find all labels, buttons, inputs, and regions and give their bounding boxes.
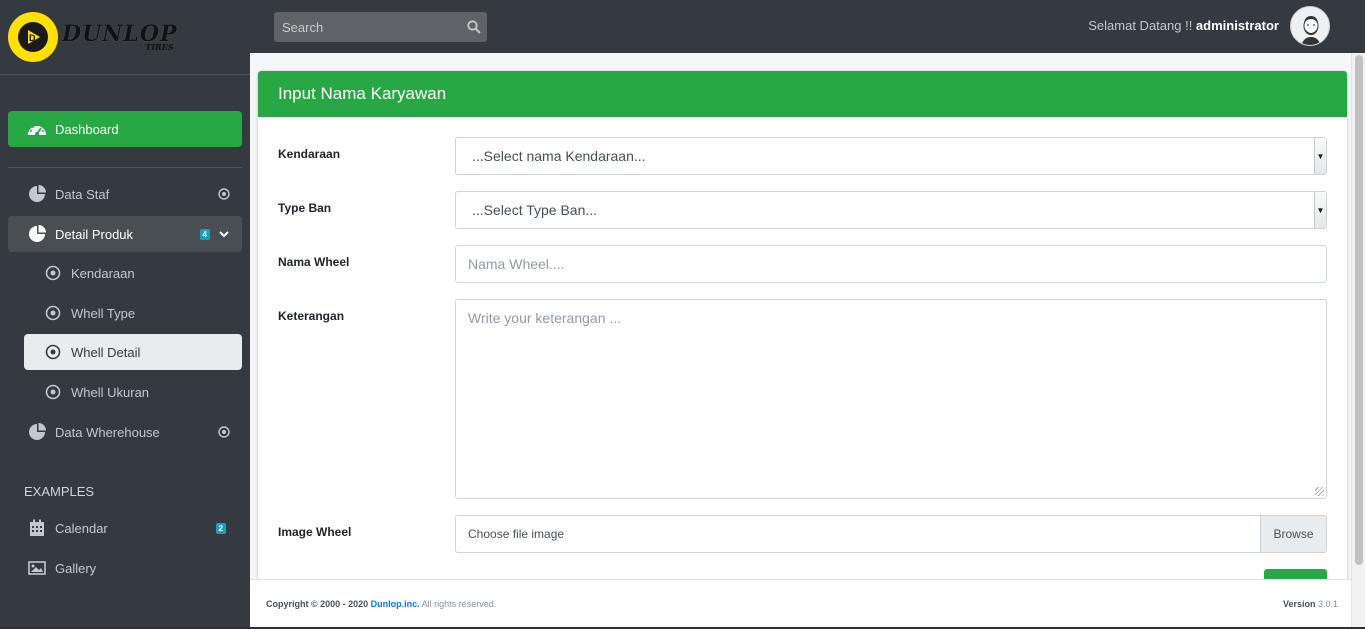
- calendar-icon: [27, 519, 47, 537]
- sidebar-divider: [8, 167, 242, 168]
- nama-wheel-input[interactable]: Nama Wheel....: [455, 245, 1327, 283]
- keterangan-placeholder: Write your keterangan ...: [468, 310, 622, 326]
- circle-dot-icon: [218, 426, 230, 438]
- circle-dot-icon: [43, 264, 63, 282]
- rights-text: All rights reserved.: [419, 599, 497, 609]
- file-input-text: Choose file image: [468, 527, 565, 541]
- sidebar-subitem-kendaraan[interactable]: Kendaraan: [24, 255, 242, 291]
- pie-chart-icon: [27, 225, 47, 243]
- dropdown-arrow-icon: ▼: [1314, 138, 1326, 174]
- sidebar-subitem-whell-ukuran[interactable]: Whell Ukuran: [24, 374, 242, 410]
- brand-logo[interactable]: D DUNLOP TIRES: [0, 0, 250, 75]
- scrollbar-thumb[interactable]: [1355, 55, 1363, 565]
- sidebar-item-dashboard[interactable]: Dashboard: [8, 111, 242, 147]
- scrollbar[interactable]: [1351, 53, 1365, 629]
- version-label: Version: [1282, 599, 1316, 609]
- kendaraan-selected-value: ...Select nama Kendaraan...: [472, 148, 646, 164]
- sidebar-item-label: Detail Produk: [55, 226, 134, 242]
- sidebar-subitem-whell-detail[interactable]: Whell Detail: [24, 334, 242, 370]
- sidebar-item-label: Dashboard: [55, 121, 119, 137]
- username: administrator: [1195, 18, 1279, 33]
- top-navbar: Search Selamat Datang !! administrator: [250, 0, 1365, 53]
- nama-wheel-placeholder: Nama Wheel....: [468, 256, 565, 272]
- image-icon: [27, 559, 47, 577]
- copyright-text: Copyright © 2000 - 2020: [266, 599, 371, 609]
- circle-dot-icon: [43, 343, 63, 361]
- keterangan-label: Keterangan: [278, 309, 345, 323]
- card-title: Input Nama Karyawan: [258, 71, 1347, 117]
- tachometer-icon: [27, 120, 47, 138]
- input-form-card: Input Nama Karyawan Kendaraan ...Select …: [258, 71, 1347, 581]
- copyright: Copyright © 2000 - 2020 Dunlop.inc. All …: [266, 599, 496, 609]
- dropdown-arrow-icon: ▼: [1314, 192, 1326, 228]
- sidebar-item-data-wherehouse[interactable]: Data Wherehouse: [8, 414, 242, 450]
- sidebar-subitem-whell-type[interactable]: Whell Type: [24, 295, 242, 331]
- svg-text:D: D: [29, 33, 36, 43]
- brand-sub: TIRES: [145, 42, 174, 52]
- welcome-message: Selamat Datang !! administrator: [1088, 18, 1279, 33]
- circle-dot-icon: [43, 383, 63, 401]
- company-link[interactable]: Dunlop.inc.: [371, 599, 420, 609]
- browse-button[interactable]: Browse: [1260, 516, 1326, 552]
- sidebar-item-detail-produk[interactable]: Detail Produk 4: [8, 216, 242, 252]
- sidebar-item-label: Whell Type: [71, 305, 136, 321]
- search-placeholder: Search: [282, 19, 324, 35]
- circle-dot-icon: [218, 188, 230, 200]
- version-info: Version 3.0.1: [1283, 599, 1338, 609]
- avatar[interactable]: [1290, 6, 1330, 46]
- nav-header-examples: EXAMPLES: [24, 484, 95, 499]
- resize-handle-icon[interactable]: [1315, 487, 1324, 496]
- sidebar-item-data-staf[interactable]: Data Staf: [8, 176, 242, 212]
- dunlop-logo-icon: D: [8, 12, 58, 62]
- pie-chart-icon: [27, 423, 47, 441]
- sidebar-item-label: Gallery: [55, 560, 97, 576]
- version-number: 3.0.1: [1317, 599, 1338, 609]
- chevron-down-icon: [218, 228, 230, 240]
- search-input[interactable]: Search: [274, 12, 487, 42]
- count-badge: 4: [199, 228, 210, 240]
- sidebar-item-calendar[interactable]: Calendar 2: [8, 510, 242, 546]
- count-badge: 2: [215, 522, 226, 534]
- type-ban-selected-value: ...Select Type Ban...: [472, 202, 598, 218]
- footer: Copyright © 2000 - 2020 Dunlop.inc. All …: [250, 579, 1351, 629]
- type-ban-label: Type Ban: [278, 201, 332, 215]
- image-wheel-file-input[interactable]: Choose file image Browse: [455, 515, 1327, 553]
- sidebar-item-label: Kendaraan: [71, 265, 135, 281]
- sidebar-item-label: Whell Ukuran: [71, 384, 150, 400]
- pie-chart-icon: [27, 185, 47, 203]
- kendaraan-label: Kendaraan: [278, 147, 341, 161]
- type-ban-select[interactable]: ...Select Type Ban... ▼: [455, 191, 1327, 229]
- sidebar-item-label: Whell Detail: [71, 344, 141, 360]
- welcome-text: Selamat Datang !!: [1088, 18, 1196, 33]
- sidebar-item-gallery[interactable]: Gallery: [8, 550, 242, 586]
- search-icon[interactable]: [461, 20, 487, 34]
- kendaraan-select[interactable]: ...Select nama Kendaraan... ▼: [455, 137, 1327, 175]
- sidebar: D DUNLOP TIRES Dashboard Data Staf Detai…: [0, 0, 250, 629]
- sidebar-item-label: Data Staf: [55, 186, 110, 202]
- circle-dot-icon: [43, 304, 63, 322]
- sidebar-item-label: Data Wherehouse: [55, 424, 160, 440]
- sidebar-item-label: Calendar: [55, 520, 108, 536]
- keterangan-textarea[interactable]: Write your keterangan ...: [455, 299, 1327, 499]
- nama-wheel-label: Nama Wheel: [278, 255, 350, 269]
- image-wheel-label: Image Wheel: [278, 525, 352, 539]
